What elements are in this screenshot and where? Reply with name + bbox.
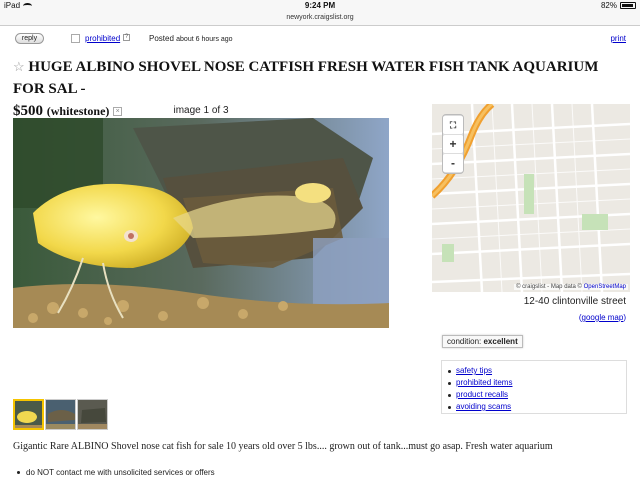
location-map[interactable]: ⛶ + - © craigslist - Map data © OpenStre… [432,104,630,292]
product-recalls-link[interactable]: product recalls [456,390,508,399]
thumbnail-1[interactable] [13,399,44,430]
google-map-link-wrapper: (google map) [579,313,626,322]
favorite-star-icon[interactable]: ☆ [13,59,25,74]
avoiding-scams-link[interactable]: avoiding scams [456,402,511,411]
reply-button[interactable]: reply [15,33,44,44]
main-photo[interactable] [13,118,389,328]
contact-notice: do NOT contact me with unsolicited servi… [13,468,215,477]
list-item: safety tips [442,365,626,377]
condition-label: condition: [447,337,482,346]
zoom-in-button[interactable]: + [443,135,463,153]
posting-body: Gigantic Rare ALBINO Shovel nose cat fis… [13,441,553,452]
thumbnail-strip [13,399,108,430]
google-map-link[interactable]: google map [582,313,624,322]
map-controls: ⛶ + - [442,114,464,174]
prohibited-flag-link[interactable]: prohibited [85,34,120,43]
condition-value: excellent [483,337,518,346]
safety-links-list: safety tips prohibited items product rec… [442,365,626,413]
map-attribution: © craigslist - Map data © OpenStreetMap [514,284,628,290]
clock: 9:24 PM [304,1,336,10]
help-icon[interactable]: ? [123,34,130,41]
safety-links-box: safety tips prohibited items product rec… [441,360,627,414]
list-item: avoiding scams [442,401,626,413]
safety-tips-link[interactable]: safety tips [456,366,492,375]
ios-status-bar: iPad 9:24 PM 82% [0,0,640,12]
posted-ago: about 6 hours ago [176,36,233,43]
url-bar[interactable]: newyork.craigslist.org [0,12,640,26]
battery-percent: 82% [600,1,617,10]
battery-icon [620,2,636,9]
posted-date: Posted about 6 hours ago [149,34,233,43]
street-address: 12-40 clintonville street [523,296,626,307]
posted-label: Posted [149,34,174,43]
google-map-close: ) [623,313,626,322]
list-item: prohibited items [442,377,626,389]
print-link[interactable]: print [610,34,626,43]
thumbnail-3[interactable] [77,399,108,430]
openstreetmap-link[interactable]: OpenStreetMap [584,284,626,290]
zoom-out-button[interactable]: - [443,154,463,172]
flag-checkbox[interactable] [71,34,80,43]
attribution-text: © craigslist - Map data © [516,284,582,290]
posting-actions: reply prohibited ? Posted about 6 hours … [0,32,640,48]
image-counter: image 1 of 3 [173,105,229,116]
thumbnail-2[interactable] [45,399,76,430]
condition-attribute: condition: excellent [442,335,523,348]
fullscreen-icon[interactable]: ⛶ [443,116,463,134]
prohibited-items-link[interactable]: prohibited items [456,378,512,387]
catfish-photo [13,118,389,328]
posting-title-text: HUGE ALBINO SHOVEL NOSE CATFISH FRESH WA… [13,59,599,97]
list-item: product recalls [442,389,626,401]
